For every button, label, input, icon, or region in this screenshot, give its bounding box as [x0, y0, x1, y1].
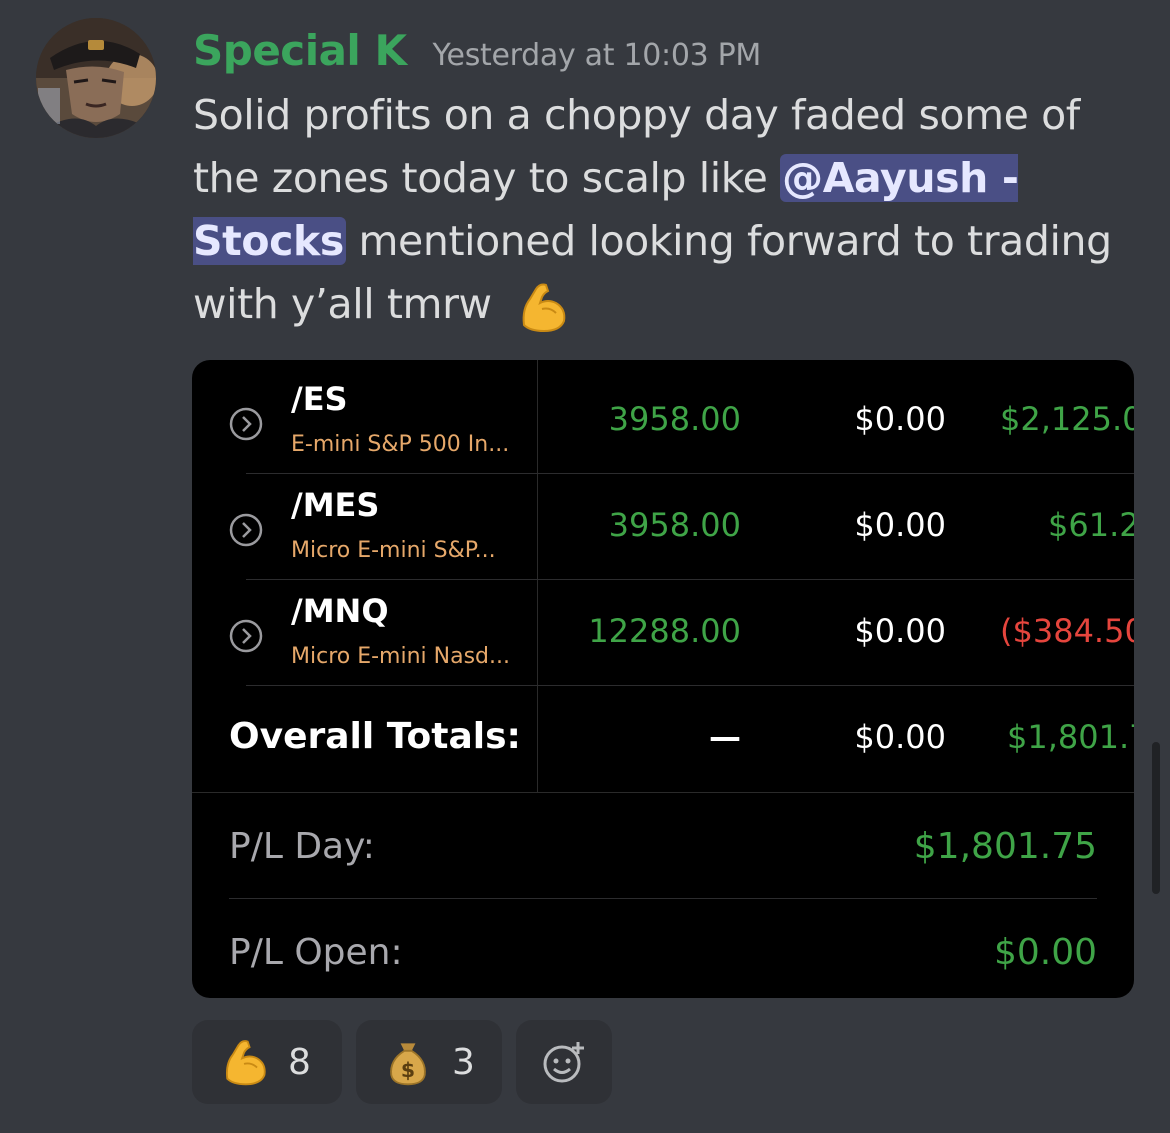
message-content: Solid profits on a choppy day faded some…: [193, 84, 1153, 336]
totals-label: Overall Totals:: [229, 716, 521, 757]
position-price: 12288.00: [588, 612, 741, 650]
position-pl-day: $61.2: [1048, 506, 1134, 544]
scrollbar[interactable]: [1152, 742, 1160, 894]
position-row[interactable]: /ES E-mini S&P 500 In... 3958.00 $0.00 $…: [192, 366, 1134, 472]
discord-message-view: Special K Yesterday at 10:03 PM Solid pr…: [0, 0, 1170, 1133]
position-pl-open: $0.00: [854, 612, 946, 650]
message-header: Special K Yesterday at 10:03 PM: [193, 26, 761, 78]
reactions-bar: 8 $ 3: [192, 1020, 612, 1104]
summary-divider: [229, 898, 1097, 899]
position-price: 3958.00: [608, 506, 741, 544]
avatar[interactable]: [36, 18, 156, 138]
position-row[interactable]: /MNQ Micro E-mini Nasd... 12288.00 $0.00…: [192, 580, 1134, 686]
totals-price: —: [709, 718, 741, 756]
position-symbol: /ES: [291, 380, 348, 418]
money-bag-icon: $: [390, 1043, 426, 1086]
trade-screenshot-attachment[interactable]: /ES E-mini S&P 500 In... 3958.00 $0.00 $…: [192, 360, 1134, 998]
section-divider: [192, 792, 1134, 793]
pl-day-label: P/L Day:: [229, 826, 375, 867]
pl-open-label: P/L Open:: [229, 932, 403, 973]
position-pl-day: ($384.50: [1000, 612, 1134, 650]
chevron-right-circle-icon[interactable]: [229, 407, 263, 441]
author-name[interactable]: Special K: [193, 26, 407, 75]
reaction-flexed-biceps[interactable]: 8: [192, 1020, 342, 1104]
reaction-money-bag[interactable]: $ 3: [356, 1020, 502, 1104]
reaction-count: 8: [288, 1041, 311, 1083]
chevron-right-circle-icon[interactable]: [229, 619, 263, 653]
flexed-biceps-icon: [226, 1040, 266, 1086]
chevron-right-circle-icon[interactable]: [229, 513, 263, 547]
position-price: 3958.00: [608, 400, 741, 438]
pl-open-value: $0.00: [993, 932, 1097, 973]
position-row[interactable]: /MES Micro E-mini S&P... 3958.00 $0.00 $…: [192, 474, 1134, 580]
position-description: E-mini S&P 500 In...: [291, 432, 510, 457]
svg-text:$: $: [401, 1058, 415, 1082]
totals-pl-day: $1,801.7: [1007, 718, 1134, 756]
add-reaction-button[interactable]: [516, 1020, 612, 1104]
message-timestamp: Yesterday at 10:03 PM: [432, 38, 762, 73]
position-description: Micro E-mini S&P...: [291, 538, 496, 563]
position-description: Micro E-mini Nasd...: [291, 644, 510, 669]
flexed-biceps-emoji-icon: [522, 283, 566, 333]
add-reaction-icon: [543, 1042, 584, 1083]
pl-day-value: $1,801.75: [913, 826, 1097, 867]
position-symbol: /MNQ: [291, 592, 389, 630]
totals-row: Overall Totals: — $0.00 $1,801.7: [192, 686, 1134, 792]
position-pl-day: $2,125.0: [1000, 400, 1134, 438]
position-symbol: /MES: [291, 486, 380, 524]
reaction-count: 3: [452, 1041, 475, 1083]
totals-pl-open: $0.00: [854, 718, 946, 756]
position-pl-open: $0.00: [854, 506, 946, 544]
position-pl-open: $0.00: [854, 400, 946, 438]
avatar-image: [36, 18, 156, 138]
